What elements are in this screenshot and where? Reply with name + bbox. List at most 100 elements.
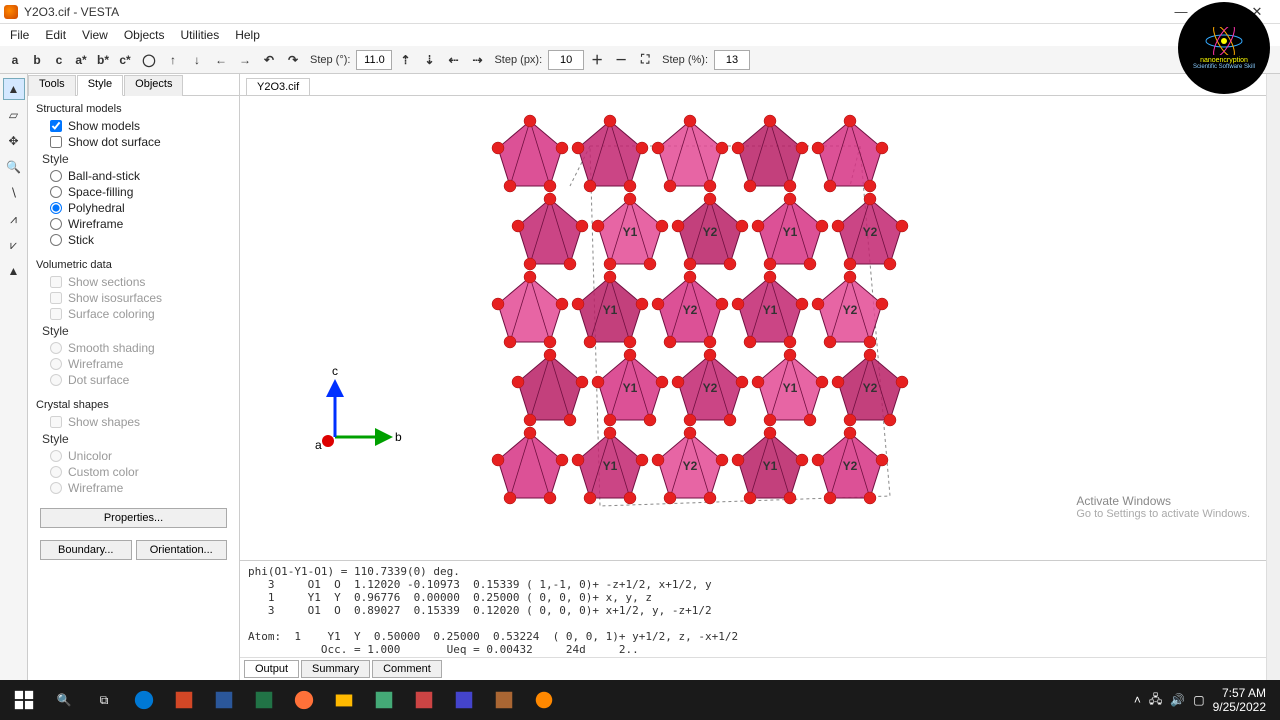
- app-icon: [4, 5, 18, 19]
- show-models-check[interactable]: [50, 120, 62, 132]
- svg-text:Y1: Y1: [763, 303, 778, 317]
- show-shapes-check: [50, 416, 62, 428]
- step-deg-label: Step (°):: [306, 54, 354, 66]
- boundary-button[interactable]: Boundary...: [40, 540, 132, 560]
- rot-up-icon[interactable]: ↑: [162, 49, 184, 71]
- step-px-input[interactable]: [548, 50, 584, 70]
- step-deg-input[interactable]: [356, 50, 392, 70]
- explorer-icon[interactable]: [324, 682, 364, 718]
- rot-right-icon[interactable]: →: [234, 49, 256, 71]
- properties-button[interactable]: Properties...: [40, 508, 227, 528]
- taskbar-clock[interactable]: 7:57 AM9/25/2022: [1213, 686, 1266, 715]
- console-text[interactable]: phi(O1-Y1-O1) = 110.7339(0) deg. 3 O1 O …: [240, 561, 1280, 657]
- menubar: FileEditViewObjectsUtilitiesHelp: [0, 24, 1280, 46]
- angle-tool[interactable]: ⩘: [3, 208, 25, 230]
- zoom-in-icon[interactable]: ＋: [586, 49, 608, 71]
- console-tab-summary[interactable]: Summary: [301, 660, 370, 678]
- task-view-button[interactable]: ⧉: [84, 682, 124, 718]
- mode-ball-and-stick[interactable]: [50, 170, 62, 182]
- trans-left-icon[interactable]: ⇠: [442, 49, 464, 71]
- windows-watermark: Activate Windows Go to Settings to activ…: [1076, 494, 1250, 520]
- crystal-structure: Y1Y2Y1Y2Y1Y2Y1Y2Y1Y2Y1Y2Y1Y2Y1Y2: [460, 106, 930, 539]
- vertical-toolbar: ▲ ▱ ✥ 🔍 ∖ ⩘ ⩗ ▲: [0, 74, 28, 680]
- step-px-label: Step (px):: [490, 54, 546, 66]
- pointer-tool[interactable]: ▲: [3, 78, 25, 100]
- orient-b[interactable]: b: [26, 49, 48, 71]
- svg-text:Y2: Y2: [683, 459, 698, 473]
- console-scrollbar[interactable]: [1266, 74, 1280, 658]
- app3-icon[interactable]: [444, 682, 484, 718]
- axis-a-label: a: [315, 438, 322, 452]
- console-tab-comment[interactable]: Comment: [372, 660, 442, 678]
- svg-text:Y1: Y1: [763, 459, 778, 473]
- structural-style-label: Style: [36, 150, 231, 168]
- rot-cw-icon[interactable]: ↷: [282, 49, 304, 71]
- watermark-logo: nanoencryption Scientific Software Skill: [1178, 2, 1270, 94]
- rot-ccw-icon[interactable]: ↶: [258, 49, 280, 71]
- rot-left-icon[interactable]: ←: [210, 49, 232, 71]
- dihedral-tool[interactable]: ⩗: [3, 234, 25, 256]
- trans-down-icon[interactable]: ⇣: [418, 49, 440, 71]
- tray-chevron-icon[interactable]: ˄: [1134, 693, 1141, 707]
- app2-icon[interactable]: [404, 682, 444, 718]
- bond-tool[interactable]: ∖: [3, 182, 25, 204]
- 3d-viewport[interactable]: a b c Y1Y2Y1Y2Y1Y2Y1Y2Y1Y2Y1Y2Y1Y2Y1Y2 A…: [240, 96, 1280, 560]
- app1-icon[interactable]: [364, 682, 404, 718]
- menu-help[interactable]: Help: [227, 26, 268, 44]
- word-icon[interactable]: [204, 682, 244, 718]
- tab-style[interactable]: Style: [77, 75, 123, 96]
- svg-text:Y1: Y1: [783, 225, 798, 239]
- select-tool[interactable]: ▱: [3, 104, 25, 126]
- search-button[interactable]: 🔍: [44, 682, 84, 718]
- show-shapes-label: Show shapes: [68, 415, 140, 429]
- menu-view[interactable]: View: [74, 26, 116, 44]
- tab-tools[interactable]: Tools: [28, 75, 76, 96]
- trans-up-icon[interactable]: ⇡: [394, 49, 416, 71]
- taskbar[interactable]: 🔍 ⧉ ˄ 🖧 🔊 ▢ 7:57 AM9/25/2022: [0, 680, 1280, 720]
- orient-a[interactable]: a: [4, 49, 26, 71]
- app4-icon[interactable]: [484, 682, 524, 718]
- svg-text:Y2: Y2: [703, 225, 718, 239]
- mode-space-filling[interactable]: [50, 186, 62, 198]
- zoom-tool[interactable]: 🔍: [3, 156, 25, 178]
- volumetric-style-label: Style: [36, 322, 231, 340]
- move-tool[interactable]: ✥: [3, 130, 25, 152]
- menu-file[interactable]: File: [2, 26, 37, 44]
- orient-bstar[interactable]: b*: [92, 49, 114, 71]
- tray-network-icon[interactable]: 🖧: [1149, 690, 1162, 711]
- orient-cstar[interactable]: c*: [114, 49, 136, 71]
- step-pct-input[interactable]: [714, 50, 750, 70]
- mode-polyhedral[interactable]: [50, 202, 62, 214]
- zoom-out-icon[interactable]: －: [610, 49, 632, 71]
- tab-objects[interactable]: Objects: [124, 75, 183, 96]
- menu-objects[interactable]: Objects: [116, 26, 173, 44]
- show-dot-check[interactable]: [50, 136, 62, 148]
- step-pct-label: Step (%):: [658, 54, 712, 66]
- menu-edit[interactable]: Edit: [37, 26, 74, 44]
- fit-icon[interactable]: ⛶: [634, 49, 656, 71]
- svg-text:Y2: Y2: [843, 303, 858, 317]
- edge-icon[interactable]: [124, 682, 164, 718]
- window-title: Y2O3.cif - VESTA: [24, 5, 1162, 19]
- rot-down-icon[interactable]: ↓: [186, 49, 208, 71]
- start-button[interactable]: [4, 682, 44, 718]
- firefox-icon[interactable]: [284, 682, 324, 718]
- trans-right-icon[interactable]: ⇢: [466, 49, 488, 71]
- excel-icon[interactable]: [244, 682, 284, 718]
- sphere-icon[interactable]: ◯: [138, 49, 160, 71]
- file-tab[interactable]: Y2O3.cif: [246, 78, 310, 95]
- orientation-button[interactable]: Orientation...: [136, 540, 228, 560]
- powerpoint-icon[interactable]: [164, 682, 204, 718]
- svg-text:Y1: Y1: [603, 303, 618, 317]
- mode-wireframe[interactable]: [50, 218, 62, 230]
- orient-astar[interactable]: a*: [70, 49, 92, 71]
- vesta-taskbar-icon[interactable]: [524, 682, 564, 718]
- plane-tool[interactable]: ▲: [3, 260, 25, 282]
- tray-volume-icon[interactable]: 🔊: [1170, 693, 1185, 707]
- mode-stick[interactable]: [50, 234, 62, 246]
- tray-battery-icon[interactable]: ▢: [1193, 693, 1204, 707]
- menu-utilities[interactable]: Utilities: [173, 26, 228, 44]
- structural-models-title: Structural models: [36, 100, 231, 118]
- orient-c[interactable]: c: [48, 49, 70, 71]
- console-tab-output[interactable]: Output: [244, 660, 299, 678]
